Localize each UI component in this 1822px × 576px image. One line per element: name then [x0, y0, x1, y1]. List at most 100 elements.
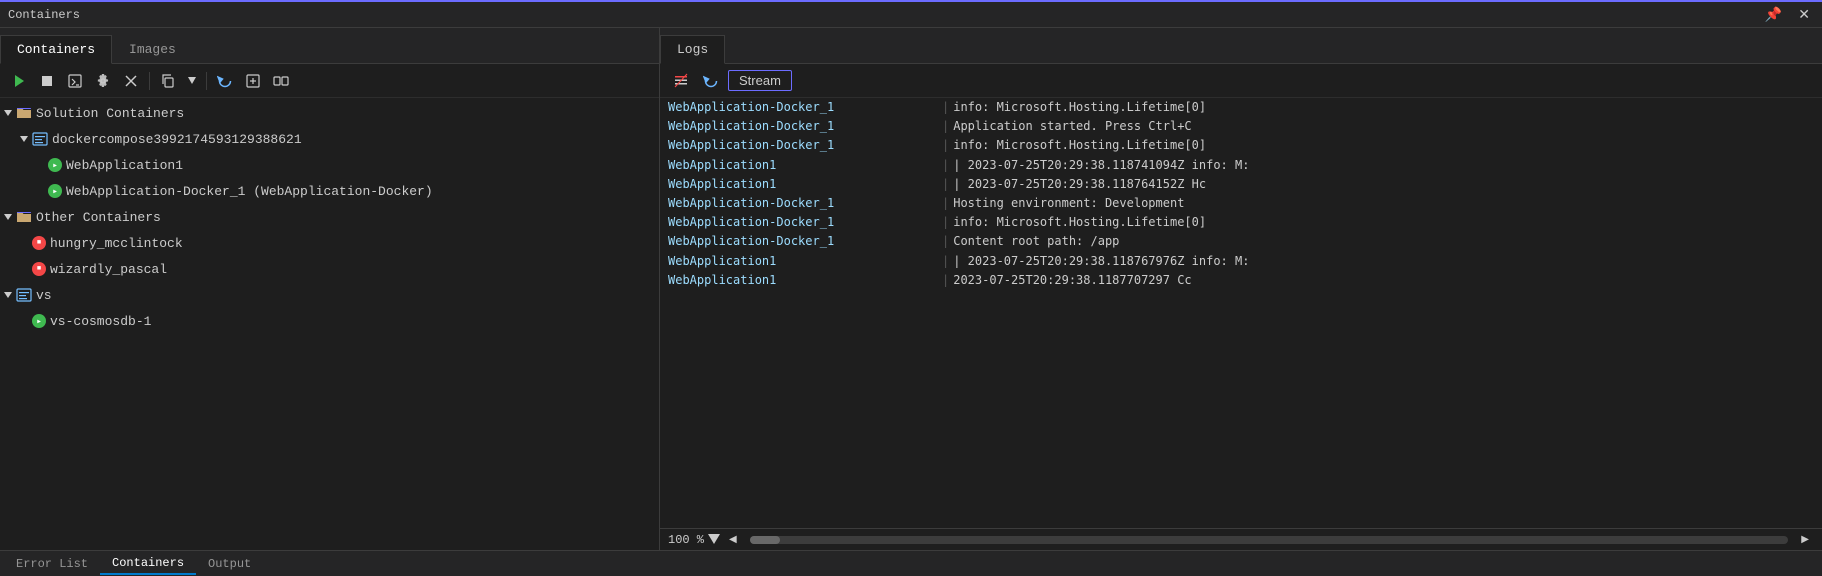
bottom-tab-error-list[interactable]: Error List: [4, 554, 100, 574]
pin-button[interactable]: 📌: [1761, 4, 1786, 25]
log-source: WebApplication1: [668, 175, 938, 194]
attach-button[interactable]: [240, 70, 266, 92]
label-vs-cosmosdb: vs-cosmosdb-1: [50, 314, 151, 329]
tree-item-wizardly[interactable]: wizardly_pascal: [0, 256, 659, 282]
label-wizardly: wizardly_pascal: [50, 262, 167, 277]
log-separator: |: [942, 271, 949, 290]
log-text: Hosting environment: Development: [953, 194, 1184, 213]
log-source: WebApplication1: [668, 156, 938, 175]
log-source: WebApplication-Docker_1: [668, 194, 938, 213]
bottom-tab-output[interactable]: Output: [196, 554, 263, 574]
refresh-button[interactable]: [212, 70, 238, 92]
log-text: info: Microsoft.Hosting.Lifetime[0]: [953, 136, 1206, 155]
tab-images[interactable]: Images: [112, 35, 193, 64]
scroll-right-btn[interactable]: ▶: [1796, 531, 1814, 548]
tab-logs[interactable]: Logs: [660, 35, 725, 64]
right-panel: Logs Stream WebApplication-D: [660, 28, 1822, 550]
tree-item-dockercompose[interactable]: dockercompose399217459312938862​1: [0, 126, 659, 152]
tree-view[interactable]: Solution Containers dockercompose3992174…: [0, 98, 659, 550]
bottom-tab-containers[interactable]: Containers: [100, 553, 196, 575]
log-separator: |: [942, 252, 949, 271]
log-line: WebApplication-Docker_1 | Hosting enviro…: [660, 194, 1822, 213]
tree-item-webapp-docker[interactable]: WebApplication-Docker_1 (WebApplication-…: [0, 178, 659, 204]
icon-vs: [16, 287, 32, 303]
log-separator: |: [942, 136, 949, 155]
log-line: WebApplication1 | 2023-07-25T20:29:38.11…: [660, 271, 1822, 290]
label-webapp1: WebApplication1: [66, 158, 183, 173]
icon-webapp1: [48, 158, 62, 172]
detach-button[interactable]: [268, 70, 294, 92]
log-separator: |: [942, 98, 949, 117]
tree-item-webapp1[interactable]: WebApplication1: [0, 152, 659, 178]
main-content: Containers Images: [0, 28, 1822, 550]
log-text: info: Microsoft.Hosting.Lifetime[0]: [953, 98, 1206, 117]
tree-item-solution-containers[interactable]: Solution Containers: [0, 100, 659, 126]
icon-wizardly: [32, 262, 46, 276]
tab-bar: Containers Images: [0, 28, 659, 64]
log-source: WebApplication1: [668, 252, 938, 271]
label-solution-containers: Solution Containers: [36, 106, 184, 121]
log-content[interactable]: WebApplication-Docker_1 | info: Microsof…: [660, 98, 1822, 528]
settings-button[interactable]: [90, 70, 116, 92]
log-separator: |: [942, 175, 949, 194]
expand-arrow-solution-containers[interactable]: [0, 109, 16, 117]
icon-solution-containers: [16, 105, 32, 121]
tab-containers[interactable]: Containers: [0, 35, 112, 64]
log-text: | 2023-07-25T20:29:38.118741094Z info: M…: [953, 156, 1249, 175]
logs-refresh-button[interactable]: [698, 70, 724, 92]
left-toolbar: [0, 64, 659, 98]
toolbar-separator-2: [206, 72, 207, 90]
expand-arrow-vs[interactable]: [0, 291, 16, 299]
left-panel: Containers Images: [0, 28, 660, 550]
tree-item-other-containers[interactable]: Other Containers: [0, 204, 659, 230]
horizontal-scrollbar[interactable]: [750, 536, 1789, 544]
toolbar-separator-1: [149, 72, 150, 90]
delete-button[interactable]: [118, 70, 144, 92]
tree-item-vs[interactable]: vs: [0, 282, 659, 308]
log-line: WebApplication-Docker_1 | info: Microsof…: [660, 213, 1822, 232]
stream-button[interactable]: Stream: [728, 70, 792, 91]
label-other-containers: Other Containers: [36, 210, 161, 225]
log-status-bar: 100 % ◀ ▶: [660, 528, 1822, 550]
log-separator: |: [942, 232, 949, 251]
log-line: WebApplication1 | | 2023-07-25T20:29:38.…: [660, 252, 1822, 271]
logs-tab-bar: Logs: [660, 28, 1822, 64]
log-line: WebApplication1 | | 2023-07-25T20:29:38.…: [660, 156, 1822, 175]
scrollbar-thumb: [750, 536, 780, 544]
bottom-tabs: Error ListContainersOutput: [0, 550, 1822, 576]
run-button[interactable]: [6, 70, 32, 92]
label-vs: vs: [36, 288, 52, 303]
log-text: | 2023-07-25T20:29:38.118764152Z Hc: [953, 175, 1206, 194]
stop-button[interactable]: [34, 70, 60, 92]
icon-vs-cosmosdb: [32, 314, 46, 328]
label-dockercompose: dockercompose399217459312938862​1: [52, 132, 302, 147]
terminal-button[interactable]: [62, 70, 88, 92]
tree-item-vs-cosmosdb[interactable]: vs-cosmosdb-1: [0, 308, 659, 334]
log-text: Application started. Press Ctrl+C: [953, 117, 1191, 136]
zoom-level: 100 %: [668, 533, 704, 547]
log-line: WebApplication-Docker_1 | Content root p…: [660, 232, 1822, 251]
title-bar: Containers 📌 ✕: [0, 0, 1822, 28]
log-text: | 2023-07-25T20:29:38.118767976Z info: M…: [953, 252, 1249, 271]
tree-item-hungry[interactable]: hungry_mcclintock: [0, 230, 659, 256]
close-button[interactable]: ✕: [1794, 4, 1814, 25]
expand-arrow-dockercompose[interactable]: [16, 135, 32, 143]
log-text: 2023-07-25T20:29:38.118770729​7 Cc: [953, 271, 1191, 290]
log-text: info: Microsoft.Hosting.Lifetime[0]: [953, 213, 1206, 232]
log-source: WebApplication-Docker_1: [668, 136, 938, 155]
icon-other-containers: [16, 209, 32, 225]
copy-button[interactable]: [155, 70, 181, 92]
log-separator: |: [942, 117, 949, 136]
log-text: Content root path: /app: [953, 232, 1119, 251]
log-source: WebApplication1: [668, 271, 938, 290]
log-source: WebApplication-Docker_1: [668, 98, 938, 117]
expand-arrow-other-containers[interactable]: [0, 213, 16, 221]
scroll-left-btn[interactable]: ◀: [724, 531, 742, 548]
log-line: WebApplication1 | | 2023-07-25T20:29:38.…: [660, 175, 1822, 194]
filter-button[interactable]: [668, 70, 694, 92]
icon-dockercompose: [32, 131, 48, 147]
log-line: WebApplication-Docker_1 | info: Microsof…: [660, 136, 1822, 155]
label-hungry: hungry_mcclintock: [50, 236, 183, 251]
icon-hungry: [32, 236, 46, 250]
dropdown-arrow[interactable]: [183, 74, 201, 88]
